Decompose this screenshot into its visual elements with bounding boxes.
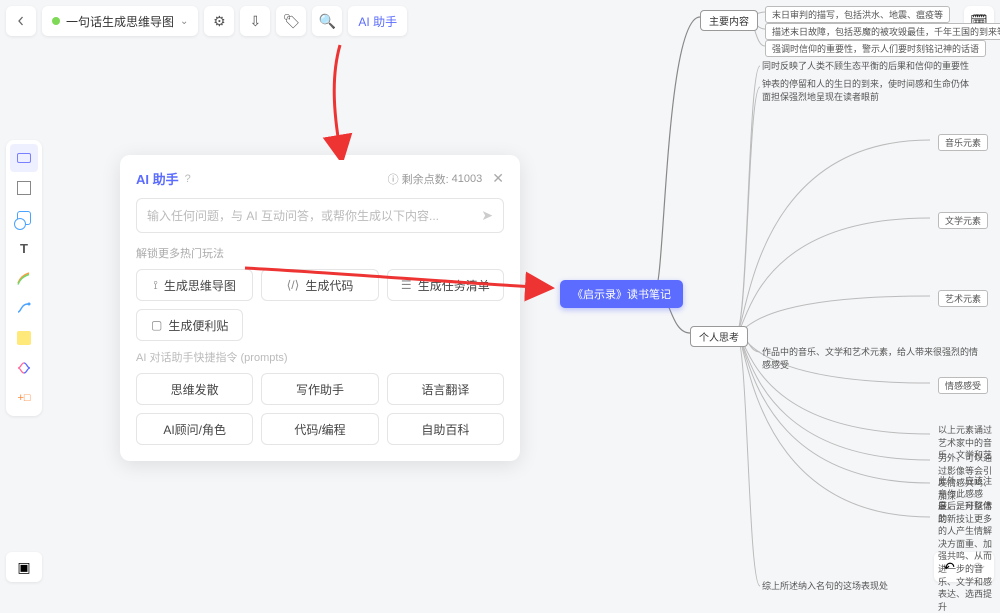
ai-panel-header: AI 助手 ? ⓘ 剩余点数: 41003 ✕ — [136, 169, 504, 188]
help-icon[interactable]: ? — [185, 173, 191, 185]
points-label: 剩余点数: — [402, 171, 449, 187]
ai-assistant-panel: AI 助手 ? ⓘ 剩余点数: 41003 ✕ ➤ 解锁更多热门玩法 ⟟生成思维… — [120, 155, 520, 461]
tool-frame[interactable] — [10, 174, 38, 202]
mindmap-icon — [16, 360, 32, 376]
settings-button[interactable]: ⚙ — [204, 6, 234, 36]
tag-button[interactable]: 🏷 — [276, 6, 306, 36]
add-more-icon: +□ — [17, 392, 30, 404]
cat-emotion[interactable]: 情感感受 — [938, 377, 988, 394]
prompt-selfhelp[interactable]: 自助百科 — [387, 413, 504, 445]
points-indicator: ⓘ 剩余点数: 41003 — [388, 171, 483, 187]
leaf-main-3[interactable]: 强调时信仰的重要性，警示人们要时刻铭记神的话语 — [765, 40, 986, 57]
leaf-main-1[interactable]: 末日审判的描写，包括洪水、地震、瘟疫等 — [765, 6, 950, 23]
points-value: 41003 — [452, 173, 483, 185]
tool-more[interactable]: +□ — [10, 384, 38, 412]
document-title: 一句话生成思维导图 — [66, 13, 174, 30]
left-tool-palette: T +□ — [6, 140, 42, 416]
mindmap-central-node[interactable]: 《启示录》读书笔记 — [560, 280, 683, 308]
prompt-diverge[interactable]: 思维发散 — [136, 373, 253, 405]
list-chip-icon: ☰ — [401, 278, 412, 292]
chip-generate-mindmap[interactable]: ⟟生成思维导图 — [136, 269, 253, 301]
chip-generate-tasklist[interactable]: ☰生成任务清单 — [387, 269, 504, 301]
close-button[interactable]: ✕ — [492, 170, 504, 187]
branch-personal-thinking[interactable]: 个人思考 — [690, 326, 748, 347]
download-icon: ⇩ — [250, 13, 262, 30]
tool-pen[interactable] — [10, 264, 38, 292]
chip-generate-sticky[interactable]: ▢生成便利贴 — [136, 309, 243, 341]
tool-sticky[interactable] — [10, 324, 38, 352]
unlock-section-label: 解锁更多热门玩法 — [136, 245, 504, 261]
prompts-section-label: AI 对话助手快捷指令 (prompts) — [136, 349, 504, 365]
shape-icon — [17, 211, 31, 225]
tag-icon: 🏷 — [283, 13, 301, 30]
leaf-think-1[interactable]: 同时反映了人类不顾生态平衡的后果和信仰的重要性 — [762, 60, 969, 73]
tool-select[interactable] — [10, 144, 38, 172]
frame-icon — [17, 181, 31, 195]
status-dot-icon — [52, 17, 60, 25]
ai-prompt-input[interactable] — [147, 209, 481, 223]
top-toolbar: 一句话生成思维导图 ⌄ ⚙ ⇩ 🏷 🔍 AI 助手 — [6, 6, 407, 36]
back-button[interactable] — [6, 6, 36, 36]
prompt-writing[interactable]: 写作助手 — [261, 373, 378, 405]
prompt-translate[interactable]: 语言翻译 — [387, 373, 504, 405]
cat-literature[interactable]: 文学元素 — [938, 212, 988, 229]
sticky-note-icon — [17, 331, 31, 345]
ai-input-row: ➤ — [136, 198, 504, 233]
pen-icon — [16, 270, 32, 286]
layers-button[interactable]: ▣ — [6, 552, 42, 582]
annotation-arrow-down — [320, 40, 360, 160]
tool-shape[interactable] — [10, 204, 38, 232]
sticky-chip-icon: ▢ — [151, 318, 162, 332]
search-button[interactable]: 🔍 — [312, 6, 342, 36]
select-icon — [17, 153, 31, 163]
leaf-main-2[interactable]: 描述末日故障，包括恶魔的被攻毁最佳，千年王国的到来等 — [765, 23, 1000, 40]
branch-main-content[interactable]: 主要内容 — [700, 10, 758, 31]
text-icon: T — [20, 241, 28, 256]
connector-icon — [16, 300, 32, 316]
prompt-coding[interactable]: 代码/编程 — [261, 413, 378, 445]
para-4[interactable]: 最后，可以借助新技让更多的人产生情解决方面重、加强共鸣、从而进一步的音乐、文学和… — [938, 500, 1000, 613]
prompt-consultant[interactable]: AI顾问/角色 — [136, 413, 253, 445]
code-chip-icon: ⟨/⟩ — [287, 278, 300, 292]
tool-connector[interactable] — [10, 294, 38, 322]
mindmap-chip-icon: ⟟ — [153, 278, 157, 293]
leaf-think-3[interactable]: 作品中的音乐、文学和艺术元素，给人带来很强烈的情感感受 — [762, 346, 982, 371]
gear-icon: ⚙ — [213, 13, 226, 30]
ai-panel-title: AI 助手 — [136, 169, 179, 188]
chevron-left-icon — [16, 16, 26, 26]
layers-icon: ▣ — [17, 559, 30, 576]
send-button[interactable]: ➤ — [481, 207, 493, 224]
cat-art[interactable]: 艺术元素 — [938, 290, 988, 307]
para-5[interactable]: 综上所述纳入名句的这场表现处 — [762, 580, 888, 593]
search-icon: 🔍 — [319, 13, 336, 30]
chevron-down-icon: ⌄ — [180, 16, 188, 27]
export-button[interactable]: ⇩ — [240, 6, 270, 36]
tool-text[interactable]: T — [10, 234, 38, 262]
info-icon: ⓘ — [388, 171, 399, 187]
document-title-dropdown[interactable]: 一句话生成思维导图 ⌄ — [42, 6, 198, 36]
ai-assistant-button[interactable]: AI 助手 — [348, 6, 407, 36]
leaf-think-2[interactable]: 钟表的停留和人的生日的到来，使时间感和生命仍体面担保强烈地呈现在读者眼前 — [762, 78, 972, 103]
tool-mindmap[interactable] — [10, 354, 38, 382]
chip-generate-code[interactable]: ⟨/⟩生成代码 — [261, 269, 378, 301]
cat-music[interactable]: 音乐元素 — [938, 134, 988, 151]
